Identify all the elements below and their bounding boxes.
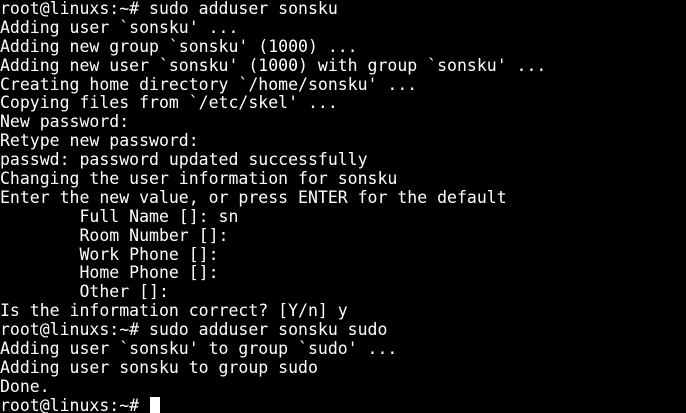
terminal-line: Copying files from `/etc/skel' ... [0,93,338,113]
terminal-line: Changing the user information for sonsku [0,169,398,189]
terminal-line: Home Phone []: [0,263,219,283]
terminal-line: Adding new group `sonsku' (1000) ... [0,36,358,56]
terminal-cursor [150,396,161,413]
terminal-line: Creating home directory `/home/sonsku' .… [0,74,418,94]
terminal-line: Adding user `sonsku' ... [0,17,239,37]
terminal-line: New password: [0,112,130,132]
terminal-line: passwd: password updated successfully [0,150,368,170]
terminal-output: root@linuxs:~# sudo adduser sonsku Adding… [0,0,686,397]
terminal-line: Full Name []: sn [0,206,239,226]
terminal-window[interactable]: root@linuxs:~# sudo adduser sonsku Adding… [0,0,686,413]
terminal-line: Retype new password: [0,131,199,151]
terminal-prompt: root@linuxs:~# [0,395,150,413]
terminal-prompt-line[interactable]: root@linuxs:~# [0,395,686,413]
terminal-line: root@linuxs:~# sudo adduser sonsku [0,0,338,18]
terminal-line: root@linuxs:~# sudo adduser sonsku sudo [0,320,388,340]
terminal-line: Work Phone []: [0,244,219,264]
terminal-line: Room Number []: [0,225,229,245]
terminal-line: Other []: [0,282,169,302]
terminal-line: Adding user sonsku to group sudo [0,357,318,377]
terminal-line: Is the information correct? [Y/n] y [0,301,348,321]
terminal-line: Adding new user `sonsku' (1000) with gro… [0,55,547,75]
terminal-line: Done. [0,376,50,396]
terminal-line: Adding user `sonsku' to group `sudo' ... [0,339,398,359]
terminal-line: Enter the new value, or press ENTER for … [0,187,507,207]
